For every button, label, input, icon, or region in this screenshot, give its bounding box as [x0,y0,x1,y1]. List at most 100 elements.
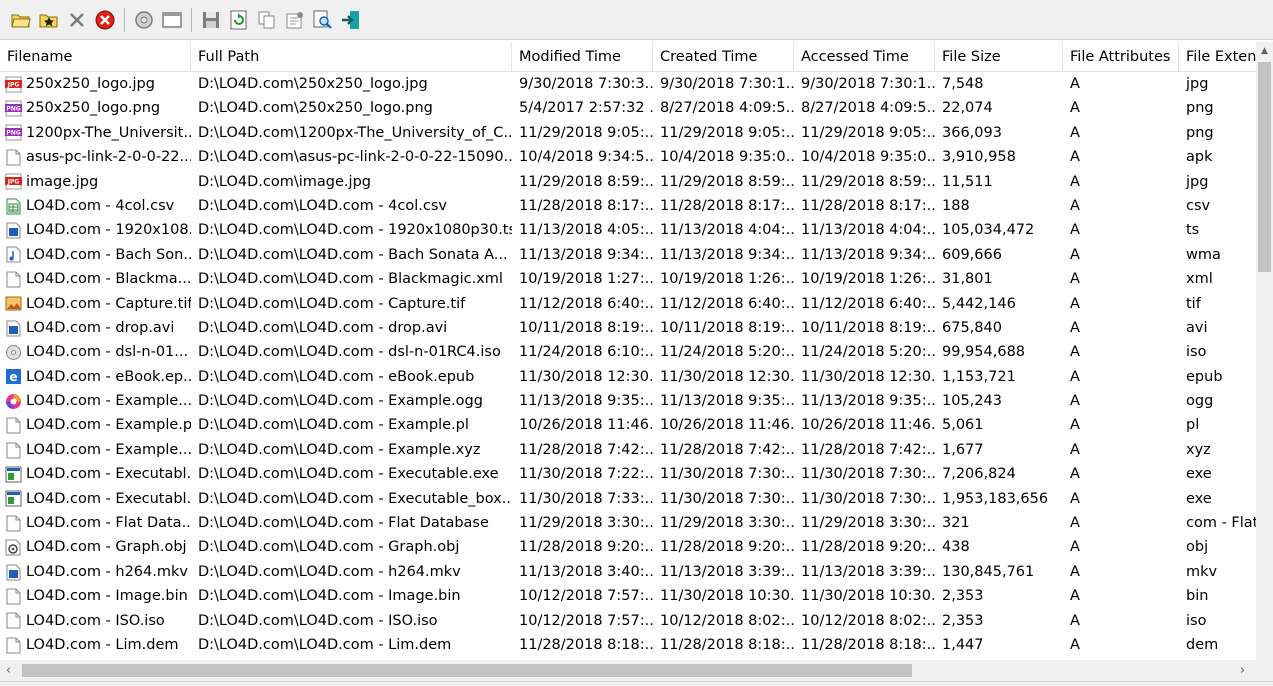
toolbar-separator [191,7,192,32]
cell-accessed-time: 11/30/2018 12:30... [801,368,935,385]
cell-file-attributes: A [1070,393,1080,410]
vertical-scroll-thumb[interactable] [1258,62,1271,272]
filename-text: image.jpg [26,173,99,190]
exit-icon[interactable] [338,7,364,33]
cell-modified-time: 11/28/2018 7:42:... [519,441,653,458]
window-icon[interactable] [159,7,185,33]
column-header-accessed-time[interactable]: Accessed Time [794,42,935,71]
file-type-blank-icon [5,271,22,288]
filename-text: LO4D.com - Graph.obj [26,539,187,556]
cell-filename: LO4D.com - drop.avi [0,316,191,340]
cell-file-size: 7,206,824 [942,466,1016,483]
copy-icon[interactable] [254,7,280,33]
cell-file-extension: jpg [1186,76,1209,92]
column-header-created-time[interactable]: Created Time [653,42,794,71]
find-icon[interactable] [310,7,336,33]
column-header-file-attributes[interactable]: File Attributes [1063,42,1179,71]
table-row[interactable]: LO4D.com - Executabl... D:\LO4D.com\LO4D.… [0,487,1256,511]
table-row[interactable]: LO4D.com - Lim.dem D:\LO4D.com\LO4D.com -… [0,633,1256,657]
horizontal-scroll-thumb[interactable] [22,664,912,677]
cell-accessed-time: 11/13/2018 4:04:... [801,222,935,239]
cell-file-attributes: A [1070,197,1080,214]
table-row[interactable]: LO4D.com - Image.bin D:\LO4D.com\LO4D.com… [0,584,1256,608]
scroll-right-arrow-icon[interactable]: › [1234,660,1251,681]
cell-accessed-time: 11/13/2018 3:39:... [801,563,935,580]
cell-modified-time: 11/29/2018 9:05:... [519,124,653,141]
table-row[interactable]: LO4D.com - Capture.tif D:\LO4D.com\LO4D.c… [0,292,1256,316]
cell-file-size: 2,353 [942,588,984,605]
open-folder-icon[interactable] [8,7,34,33]
cell-file-extension: exe [1186,490,1212,507]
table-row[interactable]: LO4D.com - Blackma... D:\LO4D.com\LO4D.co… [0,267,1256,291]
cell-filename: LO4D.com - Lim.dem [0,633,191,657]
table-row[interactable]: LO4D.com - Example.pl D:\LO4D.com\LO4D.co… [0,413,1256,437]
cell-file-size: 188 [942,197,970,214]
filename-text: LO4D.com - 1920x108... [26,222,191,239]
cell-filename: JPG image.jpg [0,170,191,194]
cell-file-size: 130,845,761 [942,563,1035,580]
cell-file-attributes: A [1070,124,1080,141]
column-header-file-extension[interactable]: File Extens [1179,42,1258,71]
table-row[interactable]: e LO4D.com - eBook.ep... D:\LO4D.com\LO4D.… [0,365,1256,389]
table-row[interactable]: LO4D.com - ISO.iso D:\LO4D.com\LO4D.com -… [0,609,1256,633]
horizontal-scrollbar[interactable]: ‹ › [0,660,1256,681]
table-row[interactable]: LO4D.com - Example.... D:\LO4D.com\LO4D.c… [0,438,1256,462]
toolbar-separator [124,7,125,32]
cell-accessed-time: 10/19/2018 1:26:... [801,271,935,288]
cell-full-path: D:\LO4D.com\LO4D.com - 1920x1080p30.ts [198,222,512,239]
filename-text: LO4D.com - Example.pl [26,417,191,434]
options-gear-icon[interactable] [131,7,157,33]
table-row[interactable]: LO4D.com - 4col.csv D:\LO4D.com\LO4D.com … [0,194,1256,218]
cell-file-extension: csv [1186,197,1211,214]
cell-file-extension: apk [1186,149,1213,166]
table-row[interactable]: PNG 1200px-The_Universit... D:\LO4D.com\12… [0,121,1256,145]
cell-file-attributes: A [1070,295,1080,312]
table-row[interactable]: LO4D.com - Graph.obj D:\LO4D.com\LO4D.com… [0,535,1256,559]
svg-text:JPG: JPG [7,81,20,88]
cell-full-path: D:\LO4D.com\250x250_logo.jpg [198,76,428,92]
filename-text: LO4D.com - Executabl... [26,490,191,507]
cell-filename: LO4D.com - Graph.obj [0,535,191,559]
table-row[interactable]: LO4D.com - 1920x108... D:\LO4D.com\LO4D.c… [0,218,1256,242]
table-row[interactable]: PNG 250x250_logo.png D:\LO4D.com\250x250_l… [0,96,1256,120]
filename-text: LO4D.com - Image.bin [26,588,188,605]
column-header-row: Filename Full Path Modified Time Created… [0,42,1258,72]
column-header-modified-time[interactable]: Modified Time [512,42,653,71]
cell-filename: LO4D.com - Flat Data... [0,511,191,535]
cell-accessed-time: 11/30/2018 7:30:... [801,466,935,483]
table-row[interactable]: LO4D.com - Bach Son... D:\LO4D.com\LO4D.c… [0,243,1256,267]
stop-icon[interactable] [92,7,118,33]
cell-created-time: 11/30/2018 7:30:... [660,466,794,483]
scroll-up-arrow-icon[interactable]: ▲ [1256,42,1273,59]
cell-modified-time: 11/30/2018 12:30... [519,368,653,385]
table-row[interactable]: LO4D.com - Executabl... D:\LO4D.com\LO4D.… [0,462,1256,486]
cell-created-time: 10/11/2018 8:19:... [660,319,794,336]
delete-x-icon[interactable] [64,7,90,33]
scroll-left-arrow-icon[interactable]: ‹ [0,660,17,681]
cell-full-path: D:\LO4D.com\LO4D.com - Capture.tif [198,295,466,312]
cell-modified-time: 11/13/2018 3:40:... [519,563,653,580]
cell-accessed-time: 11/13/2018 9:34:... [801,246,935,263]
column-header-full-path[interactable]: Full Path [191,42,512,71]
table-row[interactable]: JPG 250x250_logo.jpg D:\LO4D.com\250x250_l… [0,72,1256,96]
table-row[interactable]: LO4D.com - Flat Data... D:\LO4D.com\LO4D.… [0,511,1256,535]
cell-created-time: 11/13/2018 4:04:... [660,222,794,239]
save-icon[interactable] [198,7,224,33]
table-row[interactable]: LO4D.com - Example.... D:\LO4D.com\LO4D.c… [0,389,1256,413]
cell-accessed-time: 10/4/2018 9:35:0... [801,149,935,166]
open-favorites-icon[interactable] [36,7,62,33]
table-row[interactable]: LO4D.com - dsl-n-01... D:\LO4D.com\LO4D.c… [0,340,1256,364]
cell-filename: LO4D.com - dsl-n-01... [0,340,191,364]
cell-modified-time: 10/11/2018 8:19:... [519,319,653,336]
cell-accessed-time: 11/28/2018 7:42:... [801,441,935,458]
column-header-file-size[interactable]: File Size [935,42,1063,71]
refresh-icon[interactable] [226,7,252,33]
table-row[interactable]: LO4D.com - h264.mkv D:\LO4D.com\LO4D.com … [0,560,1256,584]
table-row[interactable]: JPG image.jpg D:\LO4D.com\image.jpg 11/29/2… [0,170,1256,194]
table-row[interactable]: LO4D.com - drop.avi D:\LO4D.com\LO4D.com … [0,316,1256,340]
vertical-scrollbar[interactable]: ▲ [1256,42,1273,660]
table-row[interactable]: asus-pc-link-2-0-0-22... D:\LO4D.com\asus… [0,145,1256,169]
column-header-filename[interactable]: Filename [0,42,191,71]
properties-icon[interactable] [282,7,308,33]
filename-text: 250x250_logo.jpg [26,76,155,92]
